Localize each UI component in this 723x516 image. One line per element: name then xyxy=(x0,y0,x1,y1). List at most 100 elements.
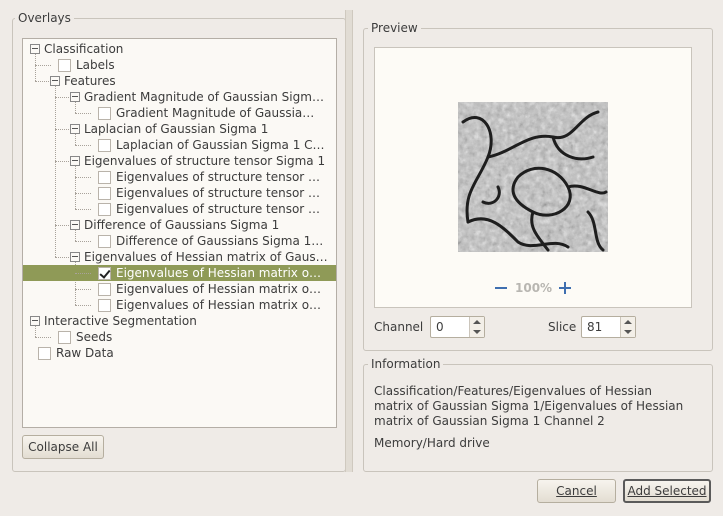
tree-item-label: Raw Data xyxy=(56,346,114,360)
tree-item-label: Eigenvalues of Hessian matrix o… xyxy=(116,282,322,296)
slice-down-arrow-icon[interactable] xyxy=(620,327,635,337)
tree-connector xyxy=(75,241,91,242)
cancel-button-label: Cancel xyxy=(556,484,597,498)
tree-connector xyxy=(55,161,69,162)
tree-item[interactable]: Gradient Magnitude of Gaussia… xyxy=(23,105,336,121)
checkbox-icon[interactable] xyxy=(98,107,111,120)
checkbox-icon[interactable] xyxy=(38,347,51,360)
tree-item-label: Eigenvalues of Hessian matrix o… xyxy=(116,266,322,280)
add-selected-button-label: Add Selected xyxy=(627,484,707,498)
information-memory-text: Memory/Hard drive xyxy=(374,436,490,450)
tree-item-label: Laplacian of Gaussian Sigma 1 C… xyxy=(116,138,325,152)
cancel-button[interactable]: Cancel xyxy=(537,479,616,503)
slice-label: Slice xyxy=(548,320,577,334)
zoom-in-icon[interactable] xyxy=(559,282,571,294)
tree-item[interactable]: Difference of Gaussians Sigma 1 xyxy=(23,217,336,233)
zoom-out-icon[interactable] xyxy=(495,282,507,294)
tree-item[interactable]: Eigenvalues of structure tensor … xyxy=(23,185,336,201)
tree-item-label: Eigenvalues of structure tensor Sigma 1 xyxy=(84,154,326,168)
tree-item[interactable]: Eigenvalues of Hessian matrix o… xyxy=(23,265,336,281)
overlays-title: Overlays xyxy=(15,11,74,25)
channel-value: 0 xyxy=(436,320,444,334)
tree-item-label: Classification xyxy=(44,42,124,56)
tree-connector xyxy=(75,177,91,178)
tree-connector xyxy=(55,257,69,258)
tree-item[interactable]: Classification xyxy=(23,41,336,57)
tree-item-label: Gradient Magnitude of Gaussian Sigma 1 xyxy=(84,90,329,104)
tree-connector xyxy=(75,289,91,290)
tree-connector xyxy=(55,129,69,130)
collapse-toggle-icon[interactable] xyxy=(50,76,60,86)
tree-item-label: Features xyxy=(64,74,116,88)
tree-connector xyxy=(55,225,69,226)
preview-canvas[interactable]: 100% xyxy=(374,47,692,308)
information-path-text: Classification/Features/Eigenvalues of H… xyxy=(374,384,684,428)
channel-spinbox[interactable]: 0 xyxy=(430,316,485,338)
add-selected-button[interactable]: Add Selected xyxy=(623,479,711,503)
tree-item[interactable]: Difference of Gaussians Sigma 1… xyxy=(23,233,336,249)
collapse-toggle-icon[interactable] xyxy=(70,92,80,102)
splitter-handle[interactable] xyxy=(345,10,353,472)
tree-item-label: Laplacian of Gaussian Sigma 1 xyxy=(84,122,269,136)
collapse-toggle-icon[interactable] xyxy=(70,220,80,230)
tree-item[interactable]: Raw Data xyxy=(23,345,336,361)
tree-connector xyxy=(35,65,51,66)
slice-spinbox[interactable]: 81 xyxy=(581,316,636,338)
checkbox-icon[interactable] xyxy=(98,299,111,312)
tree-item-label: Difference of Gaussians Sigma 1 xyxy=(84,218,280,232)
collapse-all-button[interactable]: Collapse All xyxy=(22,435,104,459)
preview-title: Preview xyxy=(368,21,421,35)
overlay-tree[interactable]: Classification Labels Features Gradient Mag… xyxy=(22,38,337,428)
tree-connector xyxy=(55,97,69,98)
tree-item[interactable]: Features xyxy=(23,73,336,89)
tree-item[interactable]: Eigenvalues of structure tensor … xyxy=(23,169,336,185)
tree-item[interactable]: Labels xyxy=(23,57,336,73)
collapse-toggle-icon[interactable] xyxy=(70,252,80,262)
tree-connector xyxy=(75,305,91,306)
tree-item-label: Labels xyxy=(76,58,115,72)
tree-item[interactable]: Laplacian of Gaussian Sigma 1 xyxy=(23,121,336,137)
channel-label: Channel xyxy=(374,320,424,334)
tree-item[interactable]: Laplacian of Gaussian Sigma 1 C… xyxy=(23,137,336,153)
tree-item[interactable]: Eigenvalues of structure tensor Sigma 1 xyxy=(23,153,336,169)
checked-checkbox-icon[interactable] xyxy=(98,267,111,280)
tree-item-label: Eigenvalues of structure tensor … xyxy=(116,170,321,184)
tree-item[interactable]: Gradient Magnitude of Gaussian Sigma 1 xyxy=(23,89,336,105)
tree-connector xyxy=(75,113,91,114)
tree-connector xyxy=(75,209,91,210)
tree-item[interactable]: Eigenvalues of Hessian matrix of Gaus… xyxy=(23,249,336,265)
checkbox-icon[interactable] xyxy=(58,331,71,344)
checkbox-icon[interactable] xyxy=(98,139,111,152)
tree-item-label: Eigenvalues of structure tensor … xyxy=(116,202,321,216)
checkbox-icon[interactable] xyxy=(98,235,111,248)
tree-connector xyxy=(35,337,51,338)
tree-item[interactable]: Eigenvalues of Hessian matrix o… xyxy=(23,297,336,313)
tree-item[interactable]: Seeds xyxy=(23,329,336,345)
tree-connector xyxy=(75,145,91,146)
channel-down-arrow-icon[interactable] xyxy=(469,327,484,337)
checkbox-icon[interactable] xyxy=(98,203,111,216)
tree-item[interactable]: Eigenvalues of Hessian matrix o… xyxy=(23,281,336,297)
tree-item-label: Difference of Gaussians Sigma 1… xyxy=(116,234,324,248)
zoom-level: 100% xyxy=(515,281,553,295)
tree-connector xyxy=(35,81,49,82)
tree-item-label: Seeds xyxy=(76,330,113,344)
checkbox-icon[interactable] xyxy=(98,283,111,296)
tree-connector xyxy=(75,193,91,194)
collapse-toggle-icon[interactable] xyxy=(30,44,40,54)
checkbox-icon[interactable] xyxy=(98,171,111,184)
tree-connector xyxy=(75,273,91,274)
collapse-toggle-icon[interactable] xyxy=(30,316,40,326)
checkbox-icon[interactable] xyxy=(58,59,71,72)
checkbox-icon[interactable] xyxy=(98,187,111,200)
tree-item[interactable]: Eigenvalues of structure tensor … xyxy=(23,201,336,217)
tree-item-label: Eigenvalues of structure tensor … xyxy=(116,186,321,200)
tree-item[interactable]: Interactive Segmentation xyxy=(23,313,336,329)
tree-item-label: Eigenvalues of Hessian matrix of Gaus… xyxy=(84,250,328,264)
preview-image xyxy=(458,102,608,252)
slice-value: 81 xyxy=(587,320,603,334)
tree-item-label: Gradient Magnitude of Gaussia… xyxy=(116,106,315,120)
collapse-toggle-icon[interactable] xyxy=(70,156,80,166)
information-title: Information xyxy=(368,357,444,371)
collapse-toggle-icon[interactable] xyxy=(70,124,80,134)
